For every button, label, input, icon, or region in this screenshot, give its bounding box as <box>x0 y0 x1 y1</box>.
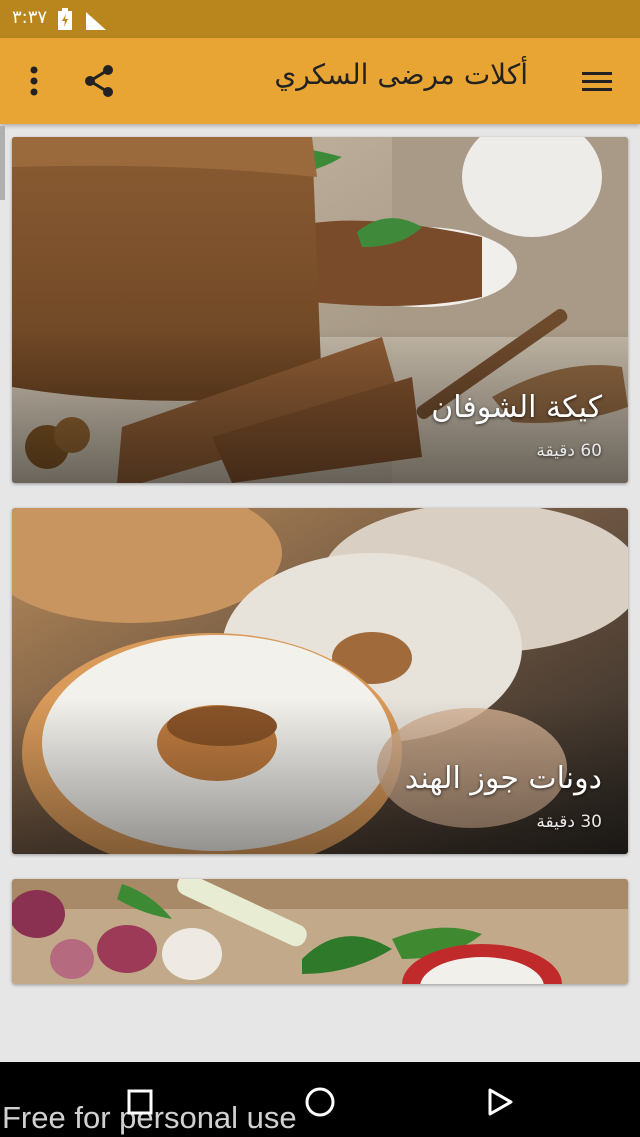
recipe-card-oat-cake[interactable]: كيكة الشوفان 60 دقيقة <box>12 137 628 483</box>
status-time: ٣:٣٧ <box>12 7 48 28</box>
more-vert-icon[interactable] <box>22 62 46 100</box>
scroll-indicator[interactable] <box>0 126 5 200</box>
recipe-card-coconut-donuts[interactable]: دونات جوز الهند 30 دقيقة <box>12 508 628 854</box>
recipe-title: دونات جوز الهند <box>404 761 602 796</box>
battery-icon <box>58 8 72 30</box>
recipe-title: كيكة الشوفان <box>431 390 602 425</box>
back-icon[interactable] <box>480 1082 520 1122</box>
watermark: Free for personal use <box>2 1100 297 1135</box>
oat-cake-photo <box>12 137 628 483</box>
status-bar: ٣:٣٧ <box>0 0 640 38</box>
recipe-time: 30 دقيقة <box>536 812 602 832</box>
home-icon[interactable] <box>300 1082 340 1122</box>
share-icon[interactable] <box>80 62 118 100</box>
recipe-card-3[interactable] <box>12 879 628 984</box>
menu-icon[interactable] <box>580 66 614 96</box>
signal-icon <box>86 12 106 30</box>
recipe-3-photo <box>12 879 628 984</box>
app-title: أكلات مرضى السكري <box>274 58 528 91</box>
app-bar: أكلات مرضى السكري <box>0 38 640 124</box>
coconut-donuts-photo <box>12 508 628 854</box>
recipe-time: 60 دقيقة <box>536 441 602 461</box>
